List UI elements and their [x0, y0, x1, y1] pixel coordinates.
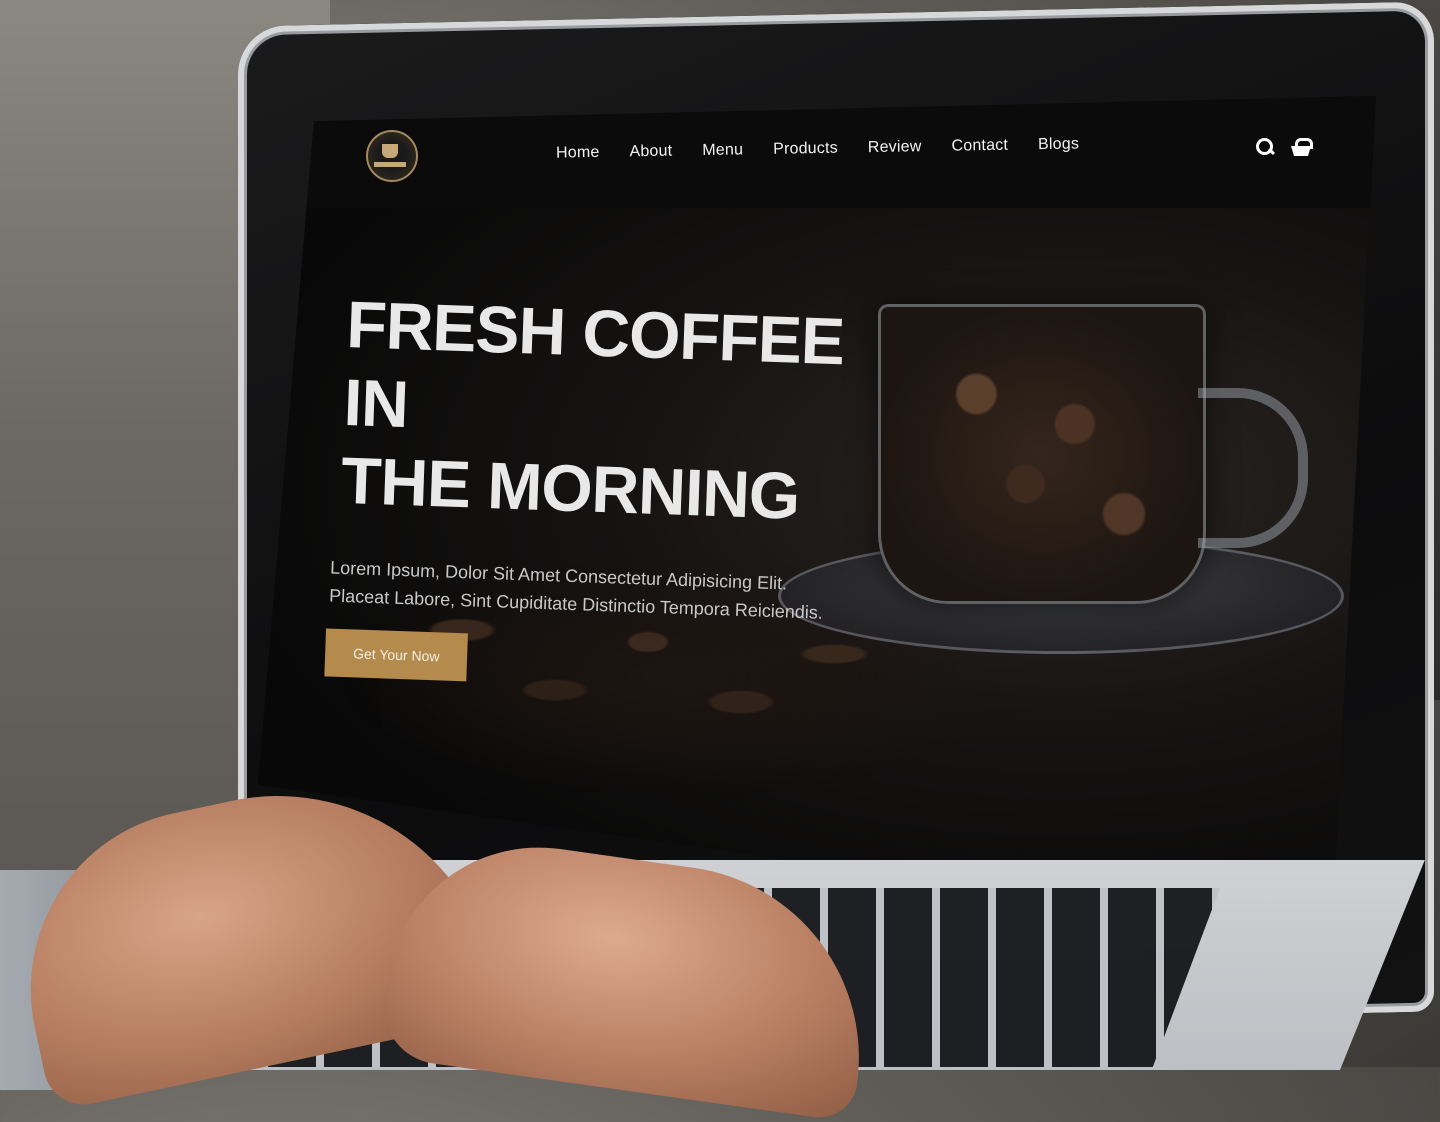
- nav-blogs[interactable]: Blogs: [1038, 135, 1079, 154]
- hero-title-line-1: FRESH COFFEE IN: [342, 286, 846, 442]
- cup-handle-image: [1198, 388, 1308, 548]
- nav-contact[interactable]: Contact: [951, 137, 1008, 156]
- hero-title-line-2: THE MORNING: [339, 442, 801, 533]
- coffee-logo[interactable]: [366, 130, 418, 182]
- nav-home[interactable]: Home: [556, 144, 600, 163]
- nav-menu: Home About Menu Products Review Contact …: [556, 135, 1079, 162]
- coffee-cup-image: [878, 304, 1206, 604]
- basket-body: [1291, 146, 1311, 156]
- hero-copy: FRESH COFFEE IN THE MORNING Lorem Ipsum,…: [324, 286, 868, 695]
- nav-about[interactable]: About: [629, 143, 672, 162]
- hero-title: FRESH COFFEE IN THE MORNING: [340, 286, 868, 538]
- nav-products[interactable]: Products: [773, 140, 838, 159]
- nav-actions: [1254, 136, 1313, 158]
- nav-menu-link[interactable]: Menu: [702, 141, 743, 160]
- cup-icon: [382, 144, 398, 158]
- get-your-now-button[interactable]: Get Your Now: [324, 628, 469, 682]
- basket-icon[interactable]: [1290, 136, 1313, 158]
- hero-subtitle: Lorem Ipsum, Dolor Sit Amet Consectetur …: [328, 557, 824, 624]
- search-handle: [1267, 147, 1276, 156]
- search-icon[interactable]: [1254, 136, 1276, 158]
- logo-band: [374, 162, 406, 167]
- nav-review[interactable]: Review: [868, 138, 922, 157]
